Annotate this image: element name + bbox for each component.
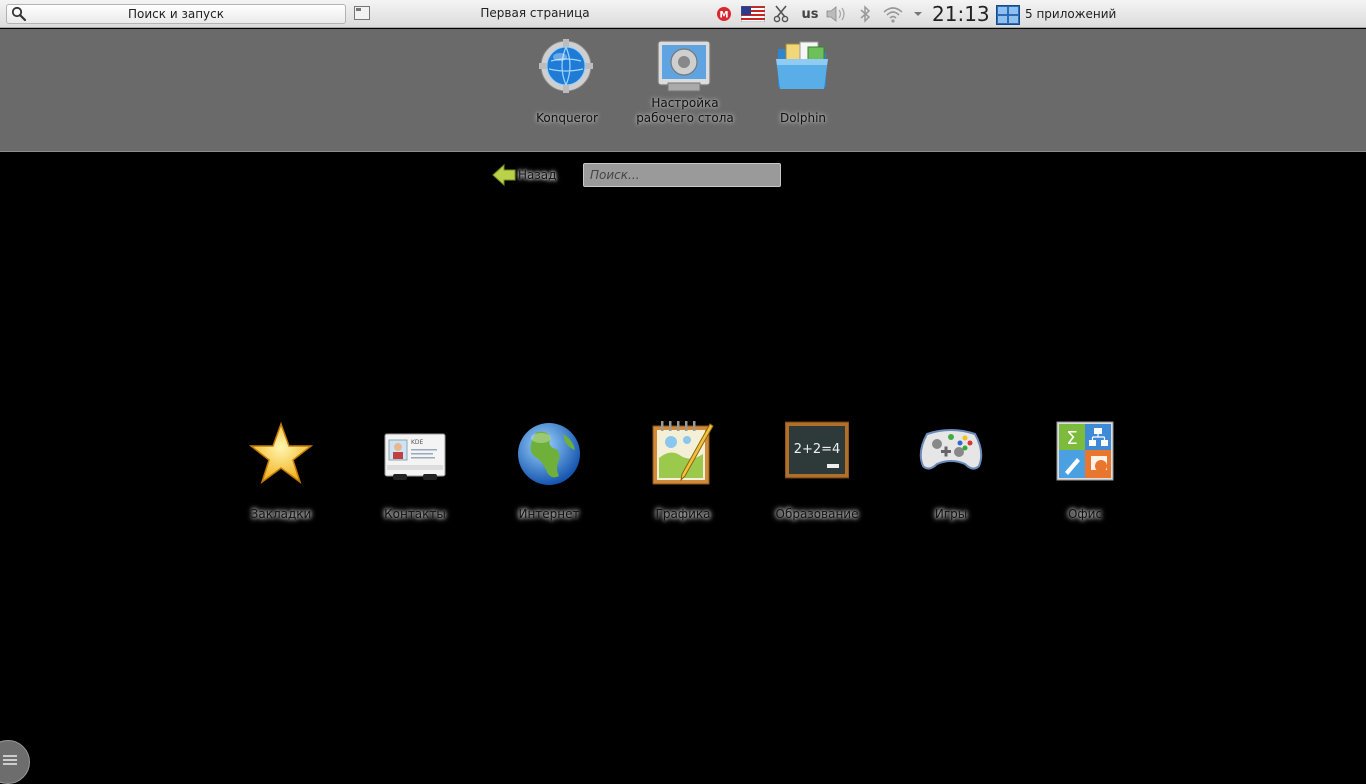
keyboard-layout-label: us <box>801 6 819 22</box>
task-manager-icon[interactable] <box>995 4 1021 26</box>
activities-corner-button[interactable] <box>0 740 30 784</box>
education-chalkboard-icon: 2+2=4 <box>785 421 849 479</box>
back-label: Назад <box>518 168 557 182</box>
desktop-settings-icon <box>657 40 711 92</box>
tray-expand-icon[interactable] <box>911 5 925 23</box>
search-and-launch-button[interactable]: Поиск и запуск <box>6 4 346 24</box>
chalkboard-text: 2+2=4 <box>794 442 841 457</box>
bluetooth-icon[interactable] <box>856 5 874 23</box>
bookmarks-star-icon <box>249 421 313 484</box>
office-icon: Σ <box>1056 421 1114 481</box>
favorite-konqueror[interactable]: Konqueror <box>507 29 627 149</box>
favorite-label: Dolphin <box>779 111 827 125</box>
svg-text:Σ: Σ <box>1066 428 1077 449</box>
contacts-card-icon: KDE <box>384 433 446 480</box>
category-contacts[interactable]: KDE Контакты <box>360 416 470 526</box>
search-and-launch-label: Поиск и запуск <box>128 7 224 21</box>
svg-text:M: M <box>720 11 729 21</box>
dolphin-icon <box>776 41 828 89</box>
category-education[interactable]: 2+2=4 Образование <box>762 416 872 526</box>
games-gamepad-icon <box>919 429 983 470</box>
page-title: Первая страница <box>480 6 590 20</box>
category-graphics[interactable]: Графика <box>628 416 738 526</box>
wifi-icon[interactable] <box>881 5 905 23</box>
favorite-label: Настройка рабочего стола <box>636 96 734 125</box>
favorite-label: Konqueror <box>536 111 598 125</box>
search-input[interactable] <box>583 163 781 187</box>
back-arrow-icon <box>492 164 516 186</box>
category-label: Офис <box>1067 507 1103 521</box>
scissors-icon[interactable] <box>772 5 790 23</box>
favorites-strip: Konqueror Настройка рабочего стола Dolph… <box>0 29 1366 152</box>
clock[interactable]: 21:13 <box>932 2 990 26</box>
category-label: Игры <box>934 507 968 521</box>
mega-icon[interactable]: M <box>716 5 732 23</box>
back-button[interactable]: Назад <box>492 164 562 186</box>
category-bookmarks[interactable]: Закладки <box>226 416 336 526</box>
category-games[interactable]: Игры <box>896 416 1006 526</box>
favorite-desktop-settings[interactable]: Настройка рабочего стола <box>625 29 745 149</box>
konqueror-icon <box>539 39 593 93</box>
graphics-notepad-icon <box>652 421 714 485</box>
open-apps-count[interactable]: 5 приложений <box>1025 7 1116 21</box>
window-list-icon[interactable] <box>354 6 370 20</box>
menu-lines-icon <box>3 755 17 765</box>
favorite-dolphin[interactable]: Dolphin <box>743 29 863 149</box>
volume-icon[interactable] <box>824 5 848 23</box>
category-label: Интернет <box>518 507 580 521</box>
internet-globe-icon <box>518 423 580 485</box>
contacts-card-text: KDE <box>411 439 424 446</box>
top-panel: Поиск и запуск Первая страница M us 21:1… <box>0 0 1366 28</box>
category-office[interactable]: Σ Офис <box>1030 416 1140 526</box>
category-label: Образование <box>775 507 859 521</box>
us-flag-icon[interactable] <box>740 5 766 23</box>
keyboard-layout-indicator[interactable]: us <box>798 5 822 23</box>
category-label: Контакты <box>384 507 446 521</box>
category-label: Графика <box>655 507 711 521</box>
category-internet[interactable]: Интернет <box>494 416 604 526</box>
category-label: Закладки <box>250 507 312 521</box>
